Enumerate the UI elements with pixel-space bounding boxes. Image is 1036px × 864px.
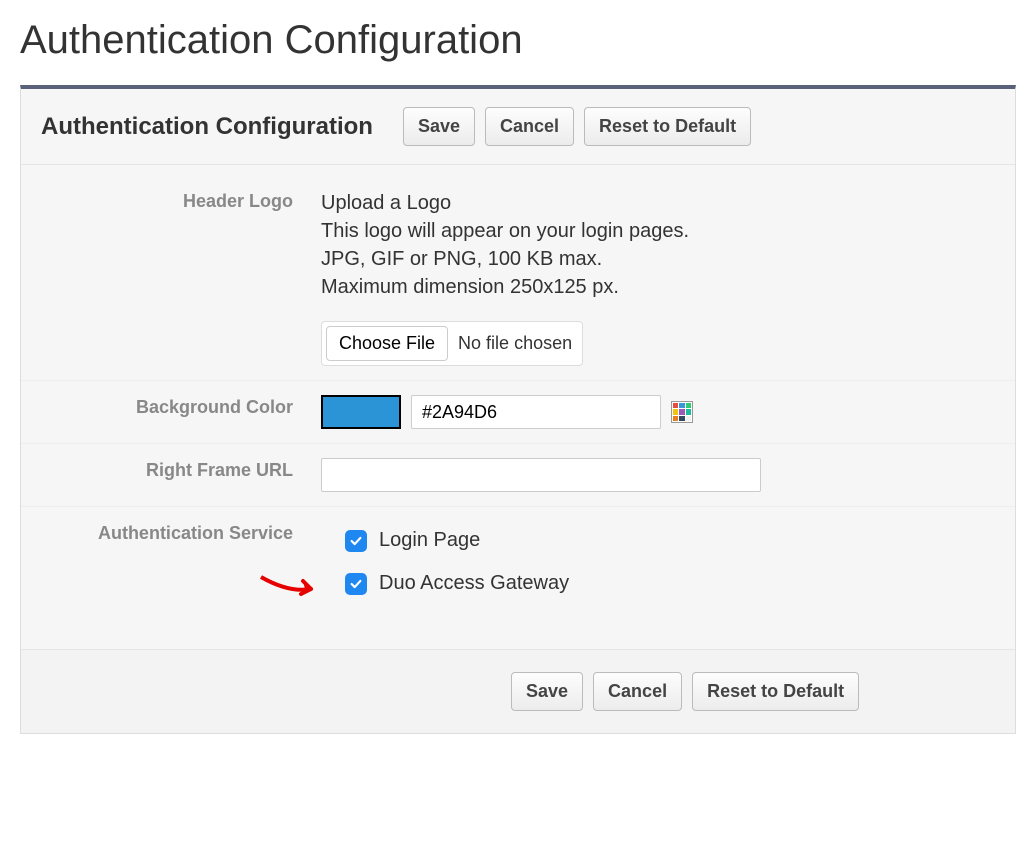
footer-button-group: Save Cancel Reset to Default [511, 672, 859, 711]
choose-file-button[interactable]: Choose File [326, 326, 448, 361]
annotation-arrow-icon [259, 571, 329, 601]
row-header-logo: Header Logo Upload a Logo This logo will… [21, 175, 1015, 380]
file-input-wrap: Choose File No file chosen [321, 321, 583, 366]
config-panel: Authentication Configuration Save Cancel… [20, 85, 1016, 734]
form-body: Header Logo Upload a Logo This logo will… [21, 165, 1015, 649]
save-button-footer[interactable]: Save [511, 672, 583, 711]
save-button[interactable]: Save [403, 107, 475, 146]
color-picker-icon[interactable] [671, 401, 693, 423]
row-auth-service: Authentication Service Login Page [21, 506, 1015, 629]
right-frame-url-input[interactable] [321, 458, 761, 492]
field-right-frame-url [321, 458, 995, 492]
checkbox-duo-gateway-label: Duo Access Gateway [379, 572, 569, 595]
checkbox-login-page-input[interactable] [345, 530, 367, 552]
header-button-group: Save Cancel Reset to Default [403, 107, 751, 146]
hint-line: This logo will appear on your login page… [321, 217, 995, 245]
file-status: No file chosen [458, 333, 572, 354]
checkmark-icon [349, 534, 363, 548]
checkbox-duo-gateway-input[interactable] [345, 573, 367, 595]
page-title: Authentication Configuration [0, 0, 1036, 85]
checkbox-login-page-label: Login Page [379, 529, 480, 552]
hint-line: Maximum dimension 250x125 px. [321, 273, 995, 301]
panel-footer: Save Cancel Reset to Default [21, 649, 1015, 733]
row-background-color: Background Color [21, 380, 1015, 443]
background-color-input[interactable] [411, 395, 661, 429]
panel-header: Authentication Configuration Save Cancel… [21, 89, 1015, 165]
hint-line: Upload a Logo [321, 189, 995, 217]
label-right-frame-url: Right Frame URL [41, 458, 321, 481]
field-header-logo: Upload a Logo This logo will appear on y… [321, 189, 995, 366]
label-header-logo: Header Logo [41, 189, 321, 212]
panel-title: Authentication Configuration [41, 113, 373, 141]
label-background-color: Background Color [41, 395, 321, 418]
checkbox-login-page: Login Page [345, 529, 995, 552]
reset-button-footer[interactable]: Reset to Default [692, 672, 859, 711]
reset-button[interactable]: Reset to Default [584, 107, 751, 146]
hint-line: JPG, GIF or PNG, 100 KB max. [321, 245, 995, 273]
upload-hint: Upload a Logo This logo will appear on y… [321, 189, 995, 301]
field-auth-service: Login Page Duo Access Gateway [321, 521, 995, 615]
checkbox-duo-gateway: Duo Access Gateway [345, 572, 995, 595]
cancel-button-footer[interactable]: Cancel [593, 672, 682, 711]
field-background-color [321, 395, 995, 429]
label-auth-service: Authentication Service [41, 521, 321, 544]
checkmark-icon [349, 577, 363, 591]
color-swatch[interactable] [321, 395, 401, 429]
row-right-frame-url: Right Frame URL [21, 443, 1015, 506]
cancel-button[interactable]: Cancel [485, 107, 574, 146]
